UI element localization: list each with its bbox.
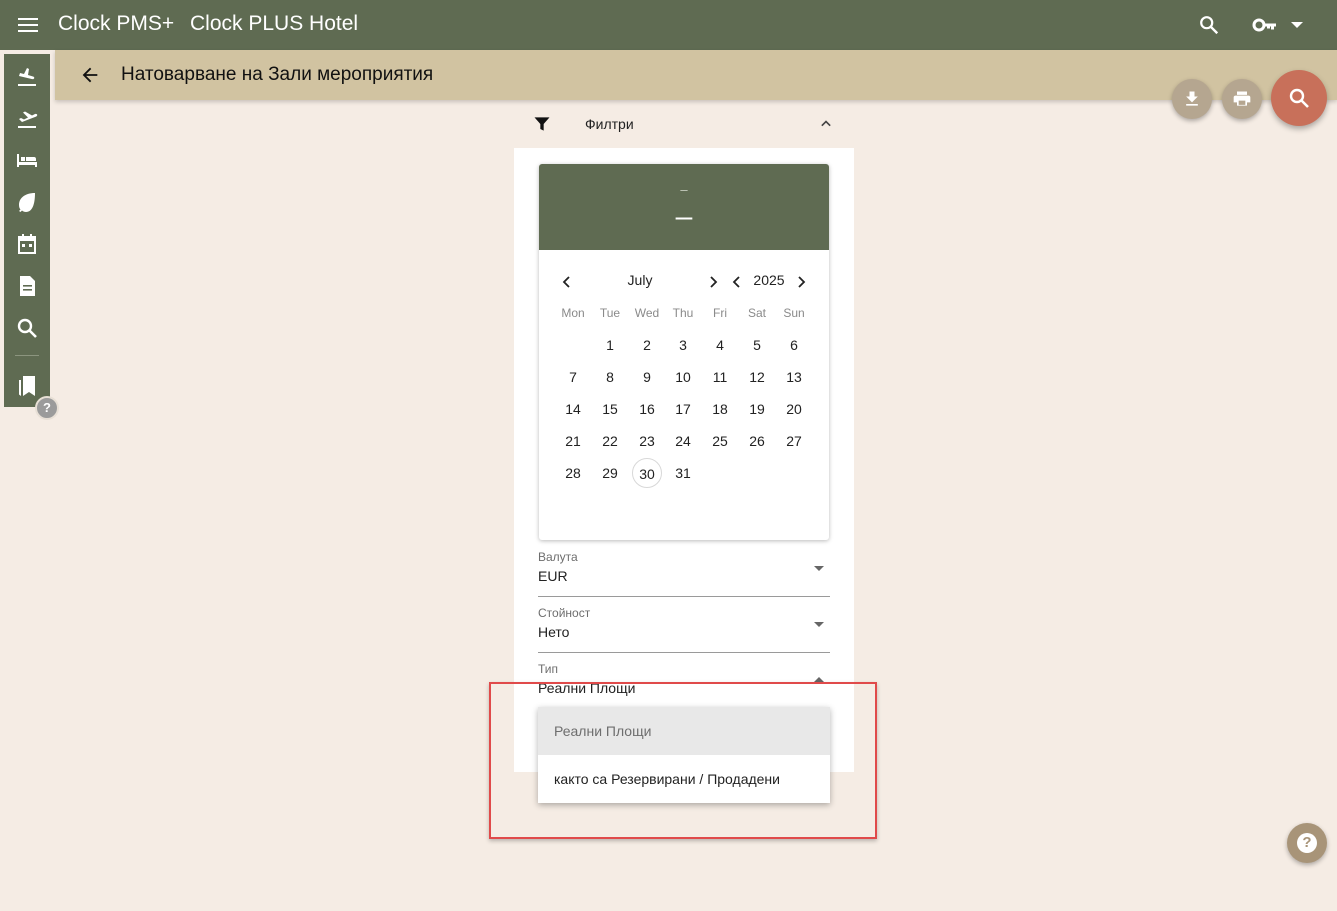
calendar-icon[interactable] bbox=[15, 232, 39, 256]
calendar-day[interactable]: 7 bbox=[558, 362, 588, 392]
value-type-select[interactable]: Стойност Нето bbox=[538, 596, 830, 653]
calendar-day[interactable]: 16 bbox=[632, 394, 662, 424]
date-picker: – – July 2025 Mon Tue Wed Thu Fri Sat Sun 1234… bbox=[539, 164, 829, 540]
weekday-label: Mon bbox=[561, 306, 585, 320]
calendar-day[interactable]: 23 bbox=[632, 426, 662, 456]
calendar-day[interactable]: 20 bbox=[779, 394, 809, 424]
calendar-day[interactable]: 9 bbox=[632, 362, 662, 392]
calendar-day[interactable]: 19 bbox=[742, 394, 772, 424]
calendar-day[interactable]: 17 bbox=[668, 394, 698, 424]
download-button[interactable] bbox=[1172, 79, 1212, 119]
calendar-day[interactable]: 6 bbox=[779, 330, 809, 360]
weekday-label: Thu bbox=[672, 306, 694, 320]
print-icon bbox=[1233, 91, 1251, 106]
calendar-day[interactable]: 2 bbox=[632, 330, 662, 360]
highlight-box bbox=[489, 682, 877, 839]
page-title: Натоварване на Зали мероприятия bbox=[121, 64, 434, 85]
currency-label: Валута bbox=[538, 550, 578, 564]
currency-value: EUR bbox=[538, 568, 568, 584]
selected-year[interactable]: – bbox=[539, 182, 829, 197]
print-button[interactable] bbox=[1222, 79, 1262, 119]
calendar-day[interactable]: 1 bbox=[595, 330, 625, 360]
calendar-day[interactable]: 29 bbox=[595, 458, 625, 488]
date-picker-header: – – bbox=[539, 164, 829, 250]
calendar-day[interactable]: 15 bbox=[595, 394, 625, 424]
side-rail bbox=[4, 54, 50, 407]
next-month-icon[interactable] bbox=[705, 274, 721, 290]
hotel-name: Clock PLUS Hotel bbox=[190, 12, 359, 35]
year-label: 2025 bbox=[753, 272, 785, 288]
weekday-label: Tue bbox=[599, 306, 621, 320]
calendar-day[interactable]: 31 bbox=[668, 458, 698, 488]
calendar-day[interactable]: 3 bbox=[668, 330, 698, 360]
search-icon[interactable] bbox=[15, 316, 39, 340]
calendar-day[interactable]: 12 bbox=[742, 362, 772, 392]
prev-month-icon[interactable] bbox=[559, 274, 575, 290]
help-icon[interactable]: ? bbox=[35, 396, 59, 420]
bed-icon[interactable] bbox=[15, 148, 39, 172]
search-icon bbox=[1289, 88, 1309, 108]
calendar-day[interactable]: 13 bbox=[779, 362, 809, 392]
type-label: Тип bbox=[538, 662, 559, 676]
arrivals-icon[interactable] bbox=[15, 64, 39, 88]
chevron-down-icon[interactable] bbox=[1290, 16, 1304, 34]
selected-date: – bbox=[675, 200, 693, 233]
back-arrow-icon[interactable] bbox=[79, 64, 101, 86]
filters-title: Филтри bbox=[585, 116, 634, 132]
search-button[interactable] bbox=[1271, 70, 1327, 126]
rail-divider bbox=[15, 355, 39, 356]
calendar-day-today[interactable]: 30 bbox=[632, 458, 662, 488]
leaf-icon[interactable] bbox=[15, 190, 39, 214]
dropdown-arrow-icon bbox=[814, 566, 824, 571]
calendar-day[interactable]: 27 bbox=[779, 426, 809, 456]
calendar-day[interactable]: 22 bbox=[595, 426, 625, 456]
page-header: Натоварване на Зали мероприятия bbox=[55, 50, 1337, 100]
calendar-day[interactable]: 5 bbox=[742, 330, 772, 360]
key-icon[interactable] bbox=[1252, 14, 1278, 36]
calendar-day[interactable]: 18 bbox=[705, 394, 735, 424]
document-icon[interactable] bbox=[15, 274, 39, 298]
help-button[interactable]: ? bbox=[1287, 823, 1327, 863]
month-label: July bbox=[627, 272, 653, 288]
weekday-label: Sat bbox=[747, 306, 766, 320]
menu-icon[interactable] bbox=[18, 15, 38, 35]
chevron-up-icon[interactable] bbox=[816, 114, 836, 134]
prev-year-icon[interactable] bbox=[729, 274, 745, 290]
calendar-day[interactable]: 21 bbox=[558, 426, 588, 456]
download-icon bbox=[1186, 91, 1198, 106]
filter-icon bbox=[534, 117, 550, 131]
app-title: Clock PMS+ bbox=[58, 12, 175, 35]
calendar-day[interactable]: 11 bbox=[705, 362, 735, 392]
calendar-day[interactable]: 14 bbox=[558, 394, 588, 424]
weekday-label: Fri bbox=[713, 306, 727, 320]
value-type-label: Стойност bbox=[538, 606, 591, 620]
bookmarks-icon[interactable] bbox=[15, 374, 39, 398]
next-year-icon[interactable] bbox=[793, 274, 809, 290]
calendar-day[interactable]: 24 bbox=[668, 426, 698, 456]
value-type-value: Нето bbox=[538, 624, 570, 640]
calendar-day[interactable]: 26 bbox=[742, 426, 772, 456]
calendar-day[interactable]: 4 bbox=[705, 330, 735, 360]
departures-icon[interactable] bbox=[15, 106, 39, 130]
calendar-day[interactable]: 28 bbox=[558, 458, 588, 488]
weekday-label: Sun bbox=[783, 306, 805, 320]
weekday-label: Wed bbox=[634, 306, 660, 320]
currency-select[interactable]: Валута EUR bbox=[538, 540, 830, 597]
calendar-day[interactable]: 8 bbox=[595, 362, 625, 392]
calendar-day[interactable]: 25 bbox=[705, 426, 735, 456]
dropdown-arrow-icon bbox=[814, 622, 824, 627]
search-icon[interactable] bbox=[1198, 14, 1220, 36]
top-app-bar: Clock PMS+ Clock PLUS Hotel bbox=[0, 0, 1337, 50]
calendar-day[interactable]: 10 bbox=[668, 362, 698, 392]
help-icon: ? bbox=[1297, 833, 1317, 853]
